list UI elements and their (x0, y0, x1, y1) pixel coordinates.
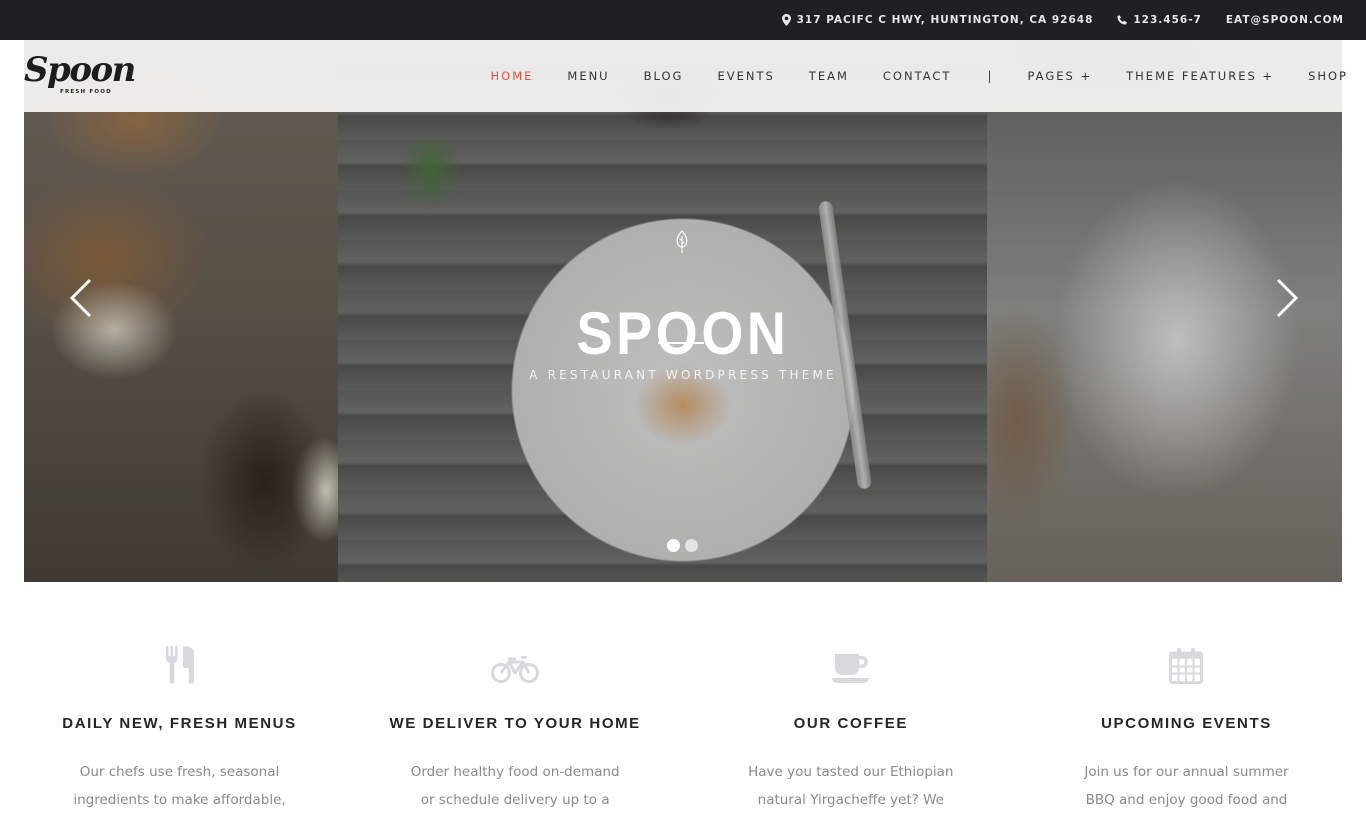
feature-description: Join us for our annual summer BBQ and en… (1019, 758, 1354, 814)
phone-text: 123.456-7 (1133, 14, 1202, 26)
hero-overlay (24, 40, 1342, 582)
feature-description: Our chefs use fresh, seasonal ingredient… (12, 758, 347, 814)
feature-delivery: WE DELIVER TO YOUR HOME Order healthy fo… (348, 640, 683, 814)
nav-item-events[interactable]: EVENTS (717, 69, 774, 83)
feature-text-line: ingredients to make affordable, (73, 792, 286, 808)
nav-item-home[interactable]: HOME (491, 69, 534, 83)
nav-item-theme-features[interactable]: THEME FEATURES + (1126, 69, 1274, 83)
feature-text-line: or schedule delivery up to a (420, 792, 610, 808)
slider-prev-button[interactable] (66, 278, 96, 318)
nav-separator: | (987, 69, 992, 83)
top-info-bar: 317 PACIFC C HWY, HUNTINGTON, CA 92648 1… (0, 0, 1366, 40)
feature-events: UPCOMING EVENTS Join us for our annual s… (1019, 640, 1354, 814)
feature-text-line: Our chefs use fresh, seasonal (79, 764, 280, 780)
slider-dot-2[interactable] (685, 539, 698, 552)
email-link[interactable]: EAT@SPOON.COM (1226, 14, 1344, 26)
slider-dot-1[interactable] (667, 539, 680, 552)
feature-description: Have you tasted our Ethiopian natural Yi… (683, 758, 1018, 814)
feature-title: UPCOMING EVENTS (1101, 715, 1272, 732)
cutlery-icon (165, 646, 194, 684)
phone-info[interactable]: 123.456-7 (1117, 14, 1202, 26)
nav-item-blog[interactable]: BLOG (644, 69, 684, 83)
nav-item-contact[interactable]: CONTACT (883, 69, 952, 83)
nav-item-team[interactable]: TEAM (809, 69, 849, 83)
nav-item-menu[interactable]: MENU (567, 69, 609, 83)
features-section: DAILY NEW, FRESH MENUS Our chefs use fre… (0, 640, 1366, 814)
hero-slider (24, 40, 1342, 582)
address-info: 317 PACIFC C HWY, HUNTINGTON, CA 92648 (781, 14, 1094, 26)
feature-text-line: Join us for our annual summer (1084, 764, 1289, 780)
nav-item-pages[interactable]: PAGES + (1027, 69, 1092, 83)
feature-text-line: Order healthy food on-demand (410, 764, 620, 780)
feature-text-line: Have you tasted our Ethiopian (748, 764, 954, 780)
feature-title: DAILY NEW, FRESH MENUS (62, 715, 297, 732)
site-header: Spoon FRESH FOOD HOME MENU BLOG EVENTS T… (24, 40, 1346, 112)
feature-title: OUR COFFEE (793, 715, 908, 732)
bicycle-icon (491, 656, 540, 683)
main-navigation: HOME MENU BLOG EVENTS TEAM CONTACT | PAG… (457, 40, 1349, 112)
address-text: 317 PACIFC C HWY, HUNTINGTON, CA 92648 (796, 14, 1094, 26)
logo-tagline: FRESH FOOD (60, 89, 112, 95)
site-logo[interactable]: Spoon FRESH FOOD (24, 50, 136, 102)
calendar-icon (1169, 648, 1204, 684)
slider-pagination (667, 539, 698, 552)
email-text: EAT@SPOON.COM (1225, 14, 1344, 26)
nav-item-shop[interactable]: SHOP (1308, 69, 1348, 83)
feature-title: WE DELIVER TO YOUR HOME (389, 715, 641, 732)
feature-coffee: OUR COFFEE Have you tasted our Ethiopian… (683, 640, 1018, 814)
chevron-right-icon (1276, 278, 1299, 318)
chevron-left-icon (69, 278, 92, 318)
feature-fresh-menus: DAILY NEW, FRESH MENUS Our chefs use fre… (12, 640, 347, 814)
logo-wordmark: Spoon (24, 50, 136, 90)
slider-next-button[interactable] (1272, 278, 1302, 318)
feature-description: Order healthy food on-demand or schedule… (348, 758, 683, 814)
feature-text-line: natural Yirgacheffe yet? We (757, 792, 944, 808)
feature-text-line: BBQ and enjoy good food and (1085, 792, 1288, 808)
map-marker-icon (781, 14, 791, 26)
phone-icon (1117, 15, 1128, 25)
coffee-cup-icon (831, 654, 869, 683)
